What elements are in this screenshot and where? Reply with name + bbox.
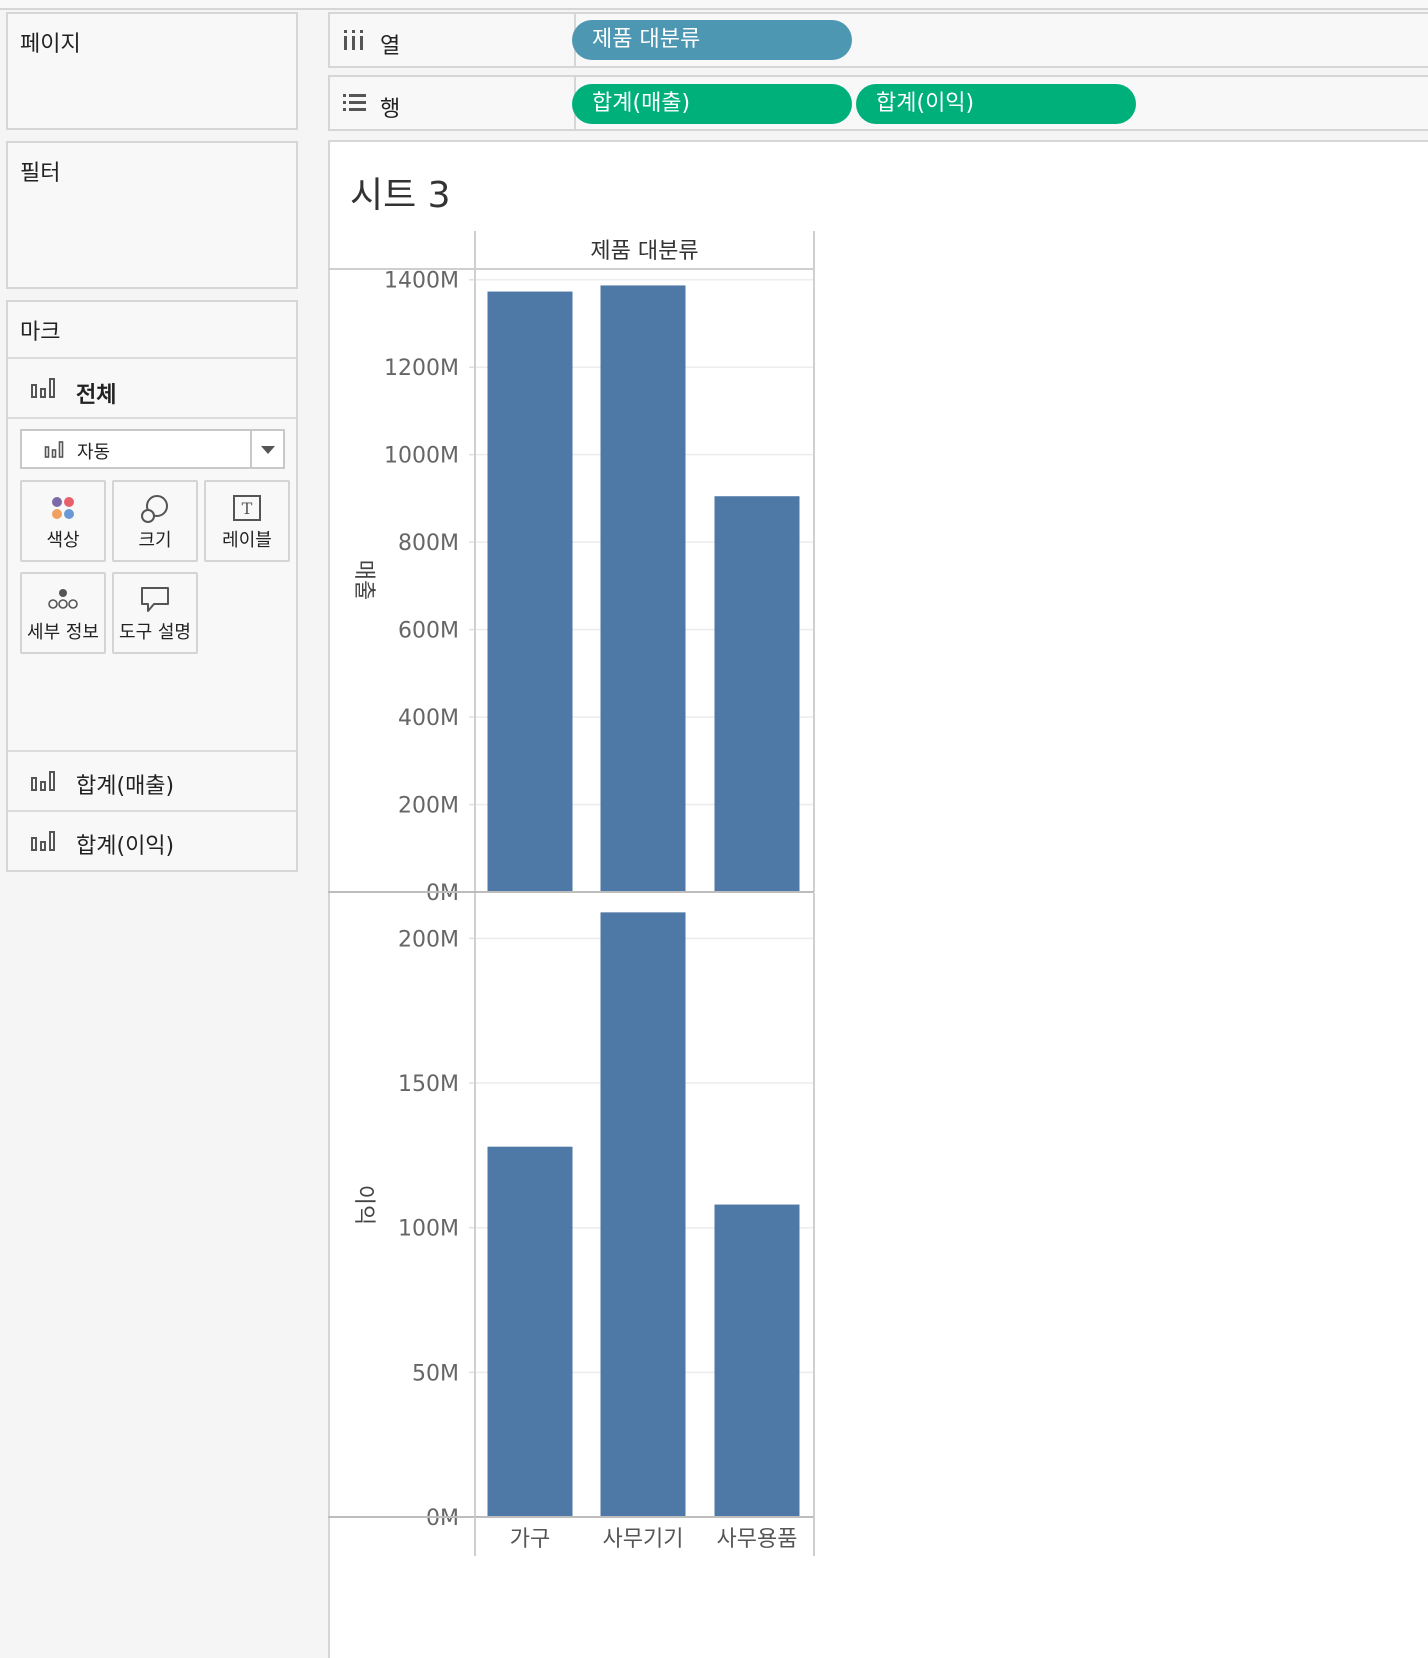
tooltip-card[interactable]: 도구 설명 bbox=[112, 572, 198, 654]
pages-title: 페이지 bbox=[20, 32, 81, 57]
y-tick-label: 1400M bbox=[384, 269, 459, 294]
x-tick-label: 가구 bbox=[510, 1527, 550, 1552]
detail-card-label: 세부 정보 bbox=[27, 622, 99, 643]
bar bbox=[600, 285, 686, 892]
y-tick-label: 50M bbox=[412, 1361, 459, 1386]
tooltip-card-label: 도구 설명 bbox=[119, 622, 191, 643]
marks-measure-sales[interactable]: 합계(매출) bbox=[8, 752, 296, 810]
y-tick-label: 1000M bbox=[384, 444, 459, 469]
chevron-down-icon bbox=[261, 446, 275, 454]
marks-measure-sales-label: 합계(매출) bbox=[76, 774, 175, 799]
detail-dots-icon bbox=[48, 589, 78, 609]
y-tick-label: 150M bbox=[398, 1072, 459, 1097]
y-tick-label: 0M bbox=[426, 881, 459, 906]
bar bbox=[487, 1146, 573, 1517]
y-tick-label: 1200M bbox=[384, 356, 459, 381]
y-tick-label: 200M bbox=[398, 794, 459, 819]
filters-title: 필터 bbox=[20, 161, 61, 186]
bar bbox=[714, 1204, 800, 1517]
y-tick-label: 200M bbox=[398, 927, 459, 952]
rows-label-text: 행 bbox=[380, 97, 401, 122]
y-tick-label: 400M bbox=[398, 706, 459, 731]
label-card[interactable]: T 레이블 bbox=[204, 480, 290, 562]
mark-type-value: 자동 bbox=[77, 442, 111, 463]
color-card-label: 색상 bbox=[46, 530, 80, 551]
x-tick-label: 사무용품 bbox=[717, 1527, 798, 1552]
y-tick-label: 0M bbox=[426, 1506, 459, 1531]
y-tick-label: 800M bbox=[398, 531, 459, 556]
marks-all-row[interactable]: 전체 bbox=[8, 359, 296, 419]
color-palette-icon bbox=[52, 497, 74, 519]
columns-label-text: 열 bbox=[380, 34, 401, 59]
chart-svg: 제품 대분류 0M 200M 400M 600M 800M 1000M 1200M 1400M 매… bbox=[328, 231, 815, 1556]
columns-shelf[interactable]: 열 제품 대분류 bbox=[328, 12, 1428, 68]
marks-measure-profit-label: 합계(이익) bbox=[76, 834, 175, 859]
pages-panel[interactable]: 페이지 bbox=[6, 12, 298, 130]
marks-panel: 마크 전체 자동 색상 크기 T 레이블 세부 정보 도구 설명 합계(매출) … bbox=[6, 300, 298, 872]
bar-chart-icon bbox=[44, 441, 64, 458]
rows-pill-sales[interactable]: 합계(매출) bbox=[572, 84, 852, 124]
filters-panel[interactable]: 필터 bbox=[6, 141, 298, 289]
y-tick-label: 100M bbox=[398, 1217, 459, 1242]
bar-chart-icon bbox=[31, 831, 55, 851]
y-tick-label: 600M bbox=[398, 619, 459, 644]
rows-icon bbox=[343, 94, 366, 111]
svg-text:T: T bbox=[242, 499, 253, 518]
column-header: 제품 대분류 bbox=[590, 239, 698, 264]
dropdown-separator bbox=[250, 431, 252, 467]
rows-shelf-label: 행 bbox=[330, 77, 576, 129]
text-label-icon: T bbox=[233, 495, 261, 521]
rows-pill-profit[interactable]: 합계(이익) bbox=[856, 84, 1136, 124]
bar-chart-icon bbox=[31, 771, 55, 791]
bar bbox=[600, 912, 686, 1517]
columns-pill-category[interactable]: 제품 대분류 bbox=[572, 20, 852, 60]
bar bbox=[714, 496, 800, 892]
top-strip bbox=[0, 0, 1428, 10]
marks-measure-profit[interactable]: 합계(이익) bbox=[8, 812, 296, 870]
y-axis-title: 이익 bbox=[351, 1185, 376, 1225]
size-card[interactable]: 크기 bbox=[112, 480, 198, 562]
marks-all-label: 전체 bbox=[76, 383, 117, 408]
color-card[interactable]: 색상 bbox=[20, 480, 106, 562]
marks-title: 마크 bbox=[20, 320, 61, 345]
columns-shelf-label: 열 bbox=[330, 14, 576, 66]
marks-divider-2 bbox=[8, 417, 296, 419]
x-tick-label: 사무기기 bbox=[603, 1527, 684, 1552]
y-axis-title: 매출 bbox=[351, 560, 376, 600]
columns-icon bbox=[344, 30, 363, 50]
tooltip-bubble-icon bbox=[141, 587, 169, 612]
bar-chart-icon bbox=[31, 378, 55, 398]
size-circles-icon bbox=[141, 495, 168, 523]
rows-shelf[interactable]: 행 합계(매출) 합계(이익) bbox=[328, 75, 1428, 131]
bar bbox=[487, 291, 573, 893]
size-card-label: 크기 bbox=[138, 530, 172, 551]
label-card-label: 레이블 bbox=[222, 530, 272, 551]
mark-type-dropdown[interactable]: 자동 bbox=[20, 429, 285, 469]
detail-card[interactable]: 세부 정보 bbox=[20, 572, 106, 654]
